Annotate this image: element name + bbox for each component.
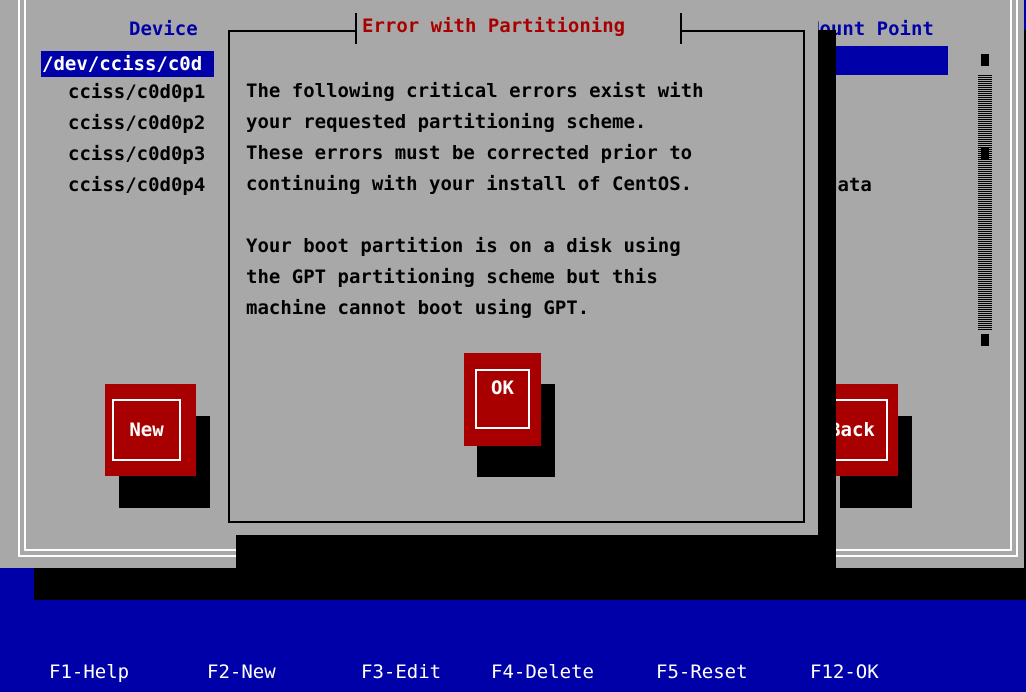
partition-row[interactable]: cciss/c0d0p4	[68, 174, 205, 196]
scroll-up-icon[interactable]	[981, 54, 989, 66]
hotkey-ok: F12-OK	[810, 661, 879, 683]
dialog-message-line: your requested partitioning scheme.	[246, 111, 647, 133]
ok-button[interactable]: OK	[464, 353, 541, 446]
hotkey-delete: F4-Delete	[491, 661, 594, 683]
dialog-message-line: continuing with your install of CentOS.	[246, 173, 693, 195]
dialog-message-line: The following critical errors exist with	[246, 80, 704, 102]
hotkey-new: F2-New	[207, 661, 276, 683]
partition-row[interactable]: cciss/c0d0p2	[68, 112, 205, 134]
dialog-message-line: the GPT partitioning scheme but this	[246, 266, 658, 288]
scrollbar-thumb[interactable]	[981, 148, 989, 160]
error-dialog: Error with Partitioning The following cr…	[214, 0, 818, 535]
partition-row-selected[interactable]: /dev/cciss/c0d	[41, 51, 222, 77]
new-button[interactable]: New	[105, 384, 196, 476]
dialog-title-rule-right	[681, 30, 805, 32]
ok-button-label: OK	[475, 369, 530, 429]
dialog-message-line: These errors must be corrected prior to	[246, 142, 693, 164]
dialog-title-rule-left	[228, 30, 356, 32]
scroll-down-icon[interactable]	[981, 334, 989, 346]
dialog-title-bracket-right	[680, 13, 682, 44]
dialog-title: Error with Partitioning	[362, 15, 626, 37]
partition-row[interactable]: cciss/c0d0p3	[68, 143, 205, 165]
dialog-message-line: Your boot partition is on a disk using	[246, 235, 681, 257]
hotkey-edit: F3-Edit	[361, 661, 442, 683]
device-column-header: Device	[129, 18, 198, 40]
dialog-title-bracket-left	[355, 13, 357, 44]
hotkey-reset: F5-Reset	[656, 661, 748, 683]
partition-list-scrollbar[interactable]	[978, 48, 992, 358]
dialog-message-line: machine cannot boot using GPT.	[246, 297, 590, 319]
hotkey-help: F1-Help	[49, 661, 130, 683]
partition-row[interactable]: cciss/c0d0p1	[68, 81, 205, 103]
new-button-label: New	[112, 399, 181, 461]
scrollbar-track[interactable]	[978, 166, 992, 330]
